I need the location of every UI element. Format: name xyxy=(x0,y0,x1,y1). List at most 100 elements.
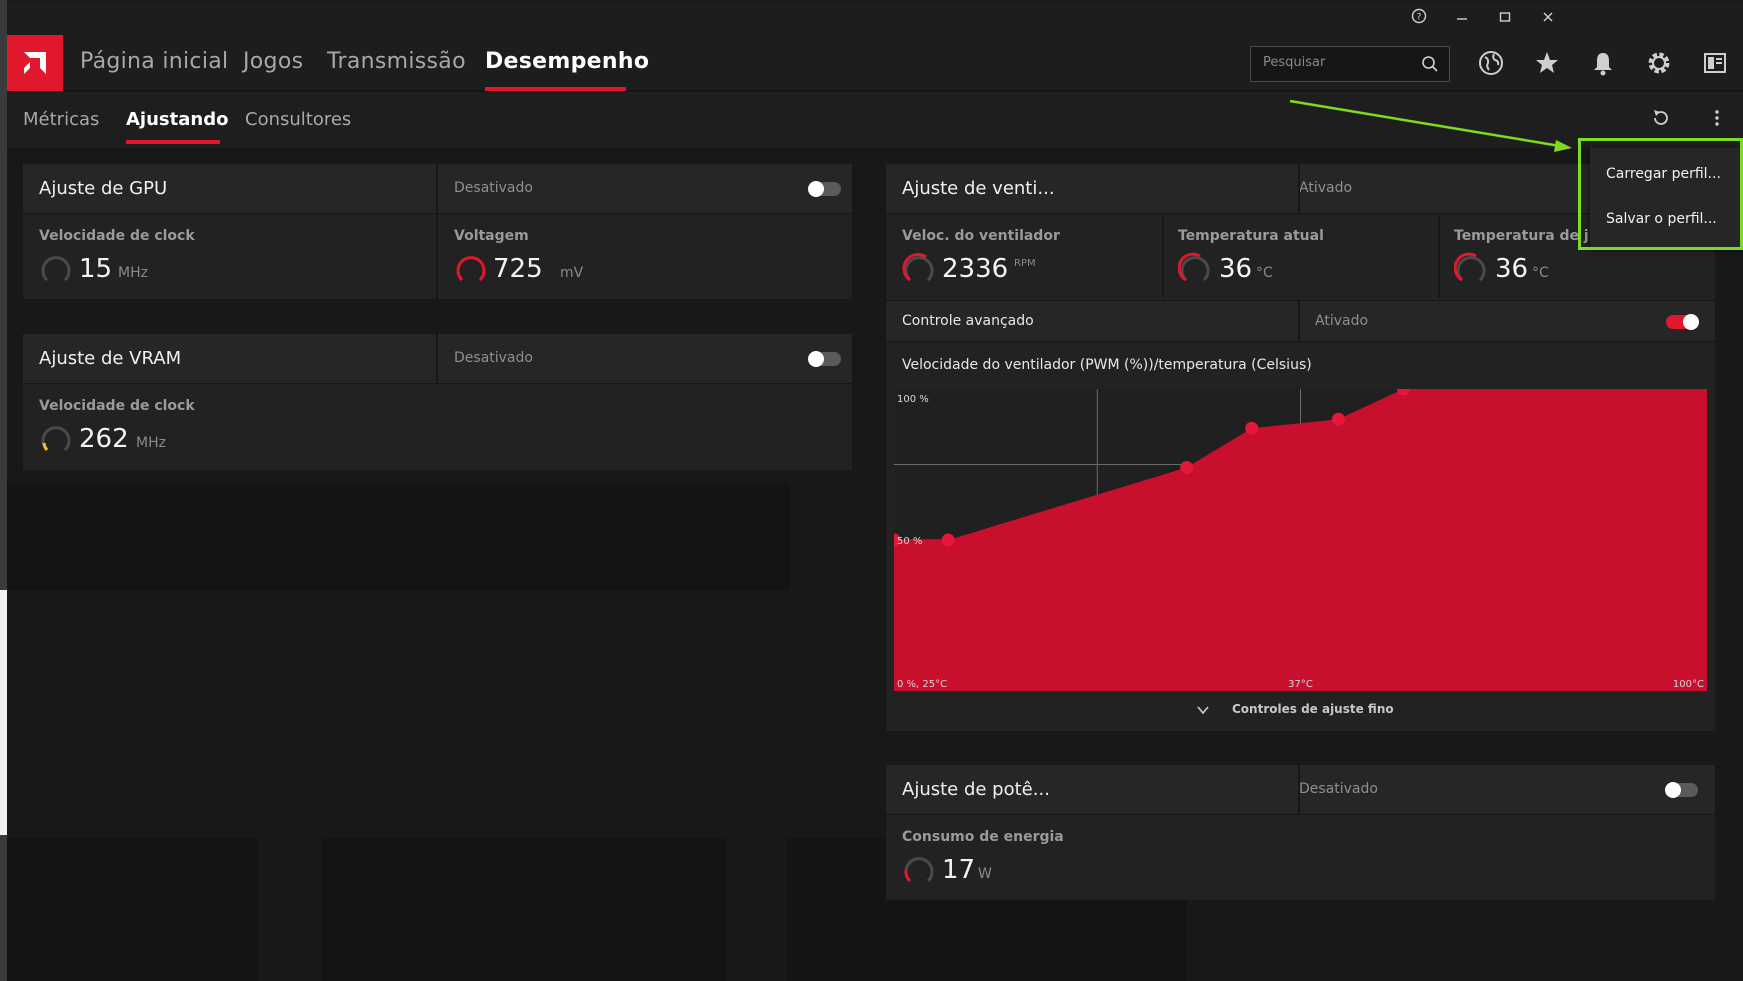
nav-streaming[interactable]: Transmissão xyxy=(327,49,466,74)
advanced-control-label: Controle avançado xyxy=(902,313,1034,329)
power-tuning-card: Ajuste de potê... Desativado Consumo de … xyxy=(886,765,1715,900)
help-icon[interactable]: ? xyxy=(1399,7,1439,31)
sub-nav: Métricas Ajustando Consultores xyxy=(7,92,1743,148)
sidebar-toggle-icon[interactable] xyxy=(1701,49,1731,79)
current-temp-label: Temperatura atual xyxy=(1178,228,1324,244)
fan-speed-unit: RPM xyxy=(1014,258,1036,269)
svg-text:?: ? xyxy=(1417,13,1422,23)
amd-software-window: ? Página inicial Jogos Transmissão Desem… xyxy=(7,3,1743,981)
current-temp-gauge xyxy=(1178,252,1210,282)
y-tick-label: 100 % xyxy=(897,394,929,405)
desktop-edge xyxy=(0,0,7,981)
divider xyxy=(436,334,438,384)
vram-clock-gauge xyxy=(41,426,71,452)
vram-state-label: Desativado xyxy=(454,350,533,366)
junction-temp-gauge xyxy=(1454,252,1486,282)
gear-icon[interactable] xyxy=(1645,49,1675,79)
search-input[interactable] xyxy=(1263,55,1413,70)
fine-tune-label: Controles de ajuste fino xyxy=(1232,702,1394,716)
gpu-state-label: Desativado xyxy=(454,180,533,196)
power-consumption-value: 17 xyxy=(942,855,976,885)
main-nav: Página inicial Jogos Transmissão Desempe… xyxy=(7,35,1743,91)
tab-advisors[interactable]: Consultores xyxy=(245,109,351,130)
power-card-title: Ajuste de potê... xyxy=(902,779,1050,800)
chevron-down-icon xyxy=(1196,702,1210,721)
gpu-tuning-card: Ajuste de GPU Desativado Velocidade de c… xyxy=(23,164,852,299)
reset-icon[interactable] xyxy=(1650,107,1674,131)
fan-speed-value: 2336 xyxy=(942,254,1009,284)
fan-card-title: Ajuste de venti... xyxy=(902,178,1055,199)
divider xyxy=(1162,215,1164,298)
nav-performance[interactable]: Desempenho xyxy=(485,49,649,74)
maximize-icon[interactable] xyxy=(1485,7,1525,31)
power-card-header: Ajuste de potê... Desativado xyxy=(886,765,1715,815)
fan-curve-chart[interactable]: 100 % 50 % 0 %, 25°C 37°C 100°C xyxy=(894,389,1707,691)
power-consumption-gauge xyxy=(904,857,934,883)
divider xyxy=(1298,765,1300,815)
advanced-control-toggle[interactable] xyxy=(1666,314,1699,330)
bell-icon[interactable] xyxy=(1589,49,1619,79)
tab-metrics[interactable]: Métricas xyxy=(23,109,99,130)
nav-active-indicator xyxy=(485,87,626,91)
annotation-highlight-box xyxy=(1578,138,1743,250)
fan-curve-point xyxy=(1331,412,1345,426)
power-consumption-label: Consumo de energia xyxy=(902,829,1064,845)
vram-clock-label: Velocidade de clock xyxy=(39,398,195,414)
gpu-voltage-value: 725 xyxy=(493,254,543,284)
power-consumption-unit: W xyxy=(978,866,992,882)
fan-curve-title: Velocidade do ventilador (PWM (%))/tempe… xyxy=(902,357,1312,373)
vram-clock-value: 262 xyxy=(79,424,129,454)
search-icon[interactable] xyxy=(1421,55,1439,77)
close-icon[interactable] xyxy=(1528,7,1568,31)
junction-temp-label: Temperatura de j xyxy=(1454,228,1589,244)
background-panel xyxy=(7,838,257,981)
gpu-voltage-gauge xyxy=(456,256,486,282)
x-tick-label: 37°C xyxy=(1288,679,1313,690)
minimize-icon[interactable] xyxy=(1442,7,1482,31)
y-tick-label: 50 % xyxy=(897,536,922,547)
amd-logo[interactable] xyxy=(7,35,63,91)
globe-icon[interactable] xyxy=(1477,49,1507,79)
gpu-clock-value: 15 xyxy=(79,254,113,284)
vram-tuning-toggle[interactable] xyxy=(808,351,841,367)
vram-tuning-card: Ajuste de VRAM Desativado Velocidade de … xyxy=(23,334,852,470)
fan-speed-gauge xyxy=(902,252,934,282)
fan-curve-point xyxy=(1180,461,1194,475)
x-origin-label: 0 %, 25°C xyxy=(897,679,947,690)
divider xyxy=(1298,164,1300,214)
nav-home[interactable]: Página inicial xyxy=(80,49,228,74)
vram-clock-unit: MHz xyxy=(136,435,166,451)
gpu-tuning-toggle[interactable] xyxy=(808,181,841,197)
junction-temp-value: 36 xyxy=(1495,254,1529,284)
background-panel xyxy=(322,838,727,981)
vram-card-title: Ajuste de VRAM xyxy=(39,348,182,369)
power-state-label: Desativado xyxy=(1299,781,1378,797)
divider xyxy=(1438,215,1440,298)
advanced-control-state: Ativado xyxy=(1315,313,1369,329)
x-tick-label: 100°C xyxy=(1673,679,1704,690)
fan-state-label: Ativado xyxy=(1299,180,1353,196)
gpu-voltage-label: Voltagem xyxy=(454,228,529,244)
fine-tune-toggle[interactable]: Controles de ajuste fino xyxy=(1196,702,1456,722)
divider xyxy=(436,164,438,299)
nav-games[interactable]: Jogos xyxy=(243,49,303,74)
gpu-card-title: Ajuste de GPU xyxy=(39,178,168,199)
fan-speed-label: Veloc. do ventilador xyxy=(902,228,1060,244)
current-temp-value: 36 xyxy=(1219,254,1253,284)
search-box[interactable] xyxy=(1250,46,1450,82)
star-icon[interactable] xyxy=(1533,49,1563,79)
gpu-clock-label: Velocidade de clock xyxy=(39,228,195,244)
gpu-clock-unit: MHz xyxy=(118,265,148,281)
advanced-control-row: Controle avançado Ativado xyxy=(886,300,1715,342)
junction-temp-unit: °C xyxy=(1532,265,1549,281)
fan-curve-point xyxy=(941,533,955,547)
power-tuning-toggle[interactable] xyxy=(1665,782,1698,798)
current-temp-unit: °C xyxy=(1256,265,1273,281)
tab-active-indicator xyxy=(126,140,220,144)
background-panel xyxy=(7,483,790,590)
title-bar: ? xyxy=(7,3,1743,35)
divider xyxy=(1298,301,1300,341)
tab-tuning[interactable]: Ajustando xyxy=(126,109,228,130)
more-options-icon[interactable] xyxy=(1707,107,1727,131)
gpu-voltage-unit: mV xyxy=(560,265,584,281)
